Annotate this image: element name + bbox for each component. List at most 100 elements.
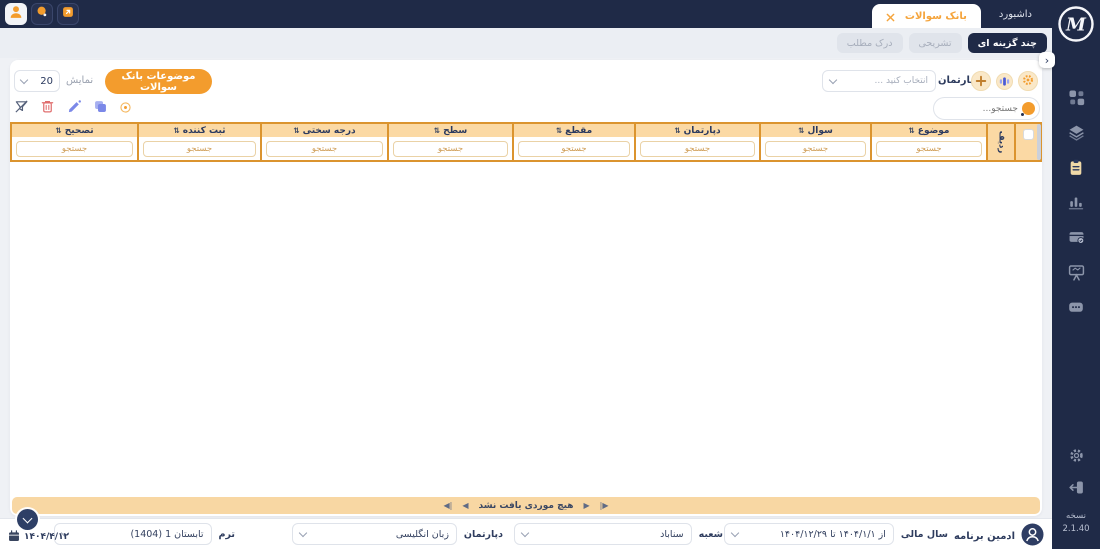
question-bank-topics-button[interactable]: موضوعات بانک سوالات: [105, 69, 212, 94]
filter-off-icon: [14, 99, 29, 118]
status-dot-icon: [33, 3, 51, 25]
department-select[interactable]: زبان انگلیسی: [292, 523, 457, 545]
filter-input-department[interactable]: [640, 141, 755, 157]
settings-button[interactable]: [1063, 446, 1089, 468]
sort-icon: ⇅: [55, 126, 61, 135]
fullscreen-button[interactable]: [57, 3, 79, 25]
term-select[interactable]: تابستان 1 (1404): [54, 523, 212, 545]
filter-input-correction[interactable]: [16, 141, 133, 157]
sidebar-item-more[interactable]: [1063, 298, 1089, 320]
chevron-down-icon: [20, 75, 28, 83]
column-header-question[interactable]: سوال ⇅: [761, 124, 870, 137]
search-input[interactable]: [898, 104, 1018, 114]
tab-multiple-choice[interactable]: چند گزینه ای: [968, 33, 1047, 53]
notifications-button[interactable]: [31, 3, 53, 25]
branch-select[interactable]: سناباد: [514, 523, 692, 545]
column-label: تصحیح: [65, 126, 94, 136]
column-header-topic[interactable]: موضوع ⇅: [872, 124, 986, 137]
app-logo[interactable]: M: [1056, 4, 1096, 44]
column-label: دپارتمان: [684, 126, 721, 136]
filter-input-level[interactable]: [393, 141, 508, 157]
table-scrollbar[interactable]: [1037, 124, 1041, 160]
column-header-correction[interactable]: تصحیح ⇅: [12, 124, 137, 137]
fiscal-year-label: سال مالی: [901, 529, 948, 540]
row-number-column: ردیف: [986, 124, 1014, 160]
status-bar: ادمین برنامه سال مالی از ۱۴۰۴/۱/۱ تا ۱۴۰…: [0, 518, 1052, 549]
column-correction: تصحیح ⇅: [12, 124, 137, 160]
question-bank-panel: موضوعات بانک سوالات نمایش 20 دپارتمان ان…: [10, 60, 1042, 516]
chevron-down-icon: [23, 513, 33, 523]
sidebar-item-payments[interactable]: [1063, 228, 1089, 250]
term-field: ترم تابستان 1 (1404): [54, 523, 235, 545]
chevron-down-icon: [299, 528, 307, 536]
sort-icon: ⇅: [293, 126, 299, 135]
topbar-tabs: داشبورد بانک سوالات: [872, 0, 1040, 28]
user-info[interactable]: ادمین برنامه: [954, 523, 1044, 549]
filter-input-difficulty[interactable]: [266, 141, 383, 157]
clipboard-icon: [1067, 158, 1085, 181]
filter-input-grade[interactable]: [518, 141, 630, 157]
fiscal-year-select[interactable]: از ۱۴۰۴/۱/۱ تا ۱۴۰۴/۱۲/۲۹: [724, 523, 894, 545]
duplicate-button[interactable]: [92, 100, 109, 117]
department-field: دپارتمان زبان انگلیسی: [292, 523, 503, 545]
pagination-next-button[interactable]: ◀: [462, 502, 468, 510]
tab-reading-comprehension[interactable]: درک مطلب: [837, 33, 903, 53]
pagination-first-button[interactable]: |▶: [600, 502, 609, 510]
filter-input-question[interactable]: [765, 141, 866, 157]
filter-input-topic[interactable]: [876, 141, 982, 157]
column-header-registrar[interactable]: ثبت کننده ⇅: [139, 124, 260, 137]
sidebar-collapse-button[interactable]: ‹: [1039, 52, 1055, 68]
columns-button[interactable]: [996, 73, 1013, 90]
pagination-last-button[interactable]: ◀|: [443, 502, 452, 510]
column-header-department[interactable]: دپارتمان ⇅: [636, 124, 759, 137]
sidebar-item-classes[interactable]: [1063, 263, 1089, 285]
tab-essay[interactable]: تشریحی: [909, 33, 962, 53]
column-header-difficulty[interactable]: درجه سختی ⇅: [262, 124, 387, 137]
edit-button[interactable]: [66, 100, 83, 117]
pencil-icon: [67, 99, 82, 118]
sidebar-item-layers[interactable]: [1063, 123, 1089, 145]
logout-button[interactable]: [1063, 478, 1089, 500]
person-icon: [7, 3, 25, 25]
topbar-quick-actions: [5, 3, 79, 25]
clear-filters-button[interactable]: [13, 100, 30, 117]
app-window: داشبورد بانک سوالات چند گزینه ای تشریحی …: [0, 0, 1100, 549]
record-status-button[interactable]: [118, 101, 132, 115]
calendar-icon: [8, 527, 20, 546]
profile-button[interactable]: [5, 3, 27, 25]
column-registrar: ثبت کننده ⇅: [137, 124, 260, 160]
statusbar-collapse-button[interactable]: [17, 509, 38, 530]
settings-gear-button[interactable]: [1018, 71, 1038, 91]
gear-icon: [1021, 72, 1035, 91]
column-header-grade[interactable]: مقطع ⇅: [514, 124, 634, 137]
filter-input-registrar[interactable]: [143, 141, 256, 157]
chevron-down-icon: [829, 75, 837, 83]
pagination-prev-button[interactable]: ▶: [583, 502, 589, 510]
sidebar-item-question-bank[interactable]: [1063, 158, 1089, 180]
close-icon[interactable]: [886, 7, 895, 26]
tab-question-bank[interactable]: بانک سوالات: [872, 4, 981, 28]
sidebar-item-reports[interactable]: [1063, 193, 1089, 215]
column-topic: موضوع ⇅: [870, 124, 986, 160]
dot-circle-icon: [119, 99, 132, 118]
page-size-select[interactable]: 20: [14, 70, 60, 92]
delete-button[interactable]: [39, 100, 56, 117]
chevron-left-icon: ‹: [1045, 55, 1049, 66]
column-header-level[interactable]: سطح ⇅: [389, 124, 512, 137]
select-all-checkbox[interactable]: [1023, 129, 1034, 140]
department-filter-select[interactable]: انتخاب کنید ...: [822, 70, 936, 92]
copy-icon: [93, 99, 108, 118]
tab-reading-comprehension-label: درک مطلب: [847, 38, 893, 49]
layers-icon: [1067, 123, 1086, 146]
m-logo-icon: M: [1056, 4, 1096, 44]
sidebar-item-dashboard[interactable]: [1063, 88, 1089, 110]
column-grade: مقطع ⇅: [512, 124, 634, 160]
add-button[interactable]: [971, 71, 991, 91]
column-question: سوال ⇅: [759, 124, 870, 160]
top-bar: داشبورد بانک سوالات: [0, 0, 1052, 28]
branch-label: شعبه: [699, 529, 723, 540]
column-label: درجه سختی: [303, 126, 356, 136]
branch-value: سناباد: [660, 529, 684, 540]
tab-dashboard[interactable]: داشبورد: [991, 9, 1040, 20]
trash-icon: [40, 99, 55, 118]
